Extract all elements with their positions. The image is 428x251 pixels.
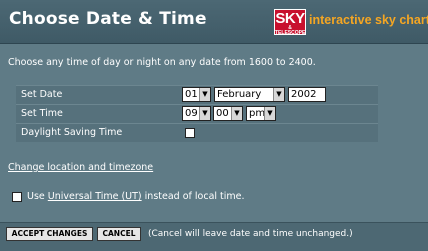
set-date-label: Set Date <box>21 89 63 100</box>
set-time-label: Set Time <box>21 108 63 119</box>
dst-row: Daylight Saving Time <box>16 123 378 142</box>
month-select[interactable]: February ▼ <box>214 87 285 102</box>
day-value: 01 <box>185 89 198 100</box>
hour-select[interactable]: 09 ▼ <box>182 106 211 121</box>
year-input[interactable]: 2002 <box>288 87 326 102</box>
change-location-link[interactable]: Change location and timezone <box>8 162 153 173</box>
ut-checkbox[interactable] <box>12 192 22 202</box>
chevron-down-icon: ▼ <box>273 88 284 101</box>
sky-telescope-logo: SKY & TELESCOPE <box>274 9 306 36</box>
page-title: Choose Date & Time <box>9 9 207 29</box>
dst-label: Daylight Saving Time <box>21 127 123 138</box>
ampm-select[interactable]: pm ▼ <box>246 106 276 121</box>
accept-changes-button[interactable]: ACCEPT CHANGES <box>6 227 93 241</box>
intro-text: Choose any time of day or night on any d… <box>8 57 316 68</box>
minute-value: 00 <box>216 108 229 119</box>
universal-time-link[interactable]: Universal Time (UT) <box>48 191 142 202</box>
chevron-down-icon: ▼ <box>231 107 242 120</box>
chevron-down-icon: ▼ <box>199 107 210 120</box>
ut-option-text: Use Universal Time (UT) instead of local… <box>27 191 245 202</box>
ut-suffix: instead of local time. <box>141 191 245 202</box>
logo-sky-text: SKY <box>275 10 305 27</box>
logo-telescope-text: & TELESCOPE <box>275 25 306 36</box>
cancel-button[interactable]: CANCEL <box>97 227 141 241</box>
month-value: February <box>217 89 262 100</box>
cancel-note: (Cancel will leave date and time unchang… <box>148 229 353 239</box>
set-time-row: Set Time 09 ▼ 00 ▼ pm ▼ <box>16 104 378 123</box>
ampm-value: pm <box>249 108 266 119</box>
minute-select[interactable]: 00 ▼ <box>213 106 243 121</box>
header-bar: Choose Date & Time SKY & TELESCOPE inter… <box>0 0 428 44</box>
set-date-row: Set Date 01 ▼ February ▼ 2002 <box>16 85 378 104</box>
logo-tagline: interactive sky chart <box>309 13 428 27</box>
hour-value: 09 <box>185 108 198 119</box>
day-select[interactable]: 01 ▼ <box>182 87 211 102</box>
chevron-down-icon: ▼ <box>199 88 210 101</box>
footer-bar: ACCEPT CHANGES CANCEL (Cancel will leave… <box>0 222 428 251</box>
ut-prefix: Use <box>27 191 48 202</box>
dst-checkbox[interactable] <box>185 128 195 138</box>
chevron-down-icon: ▼ <box>264 107 275 120</box>
